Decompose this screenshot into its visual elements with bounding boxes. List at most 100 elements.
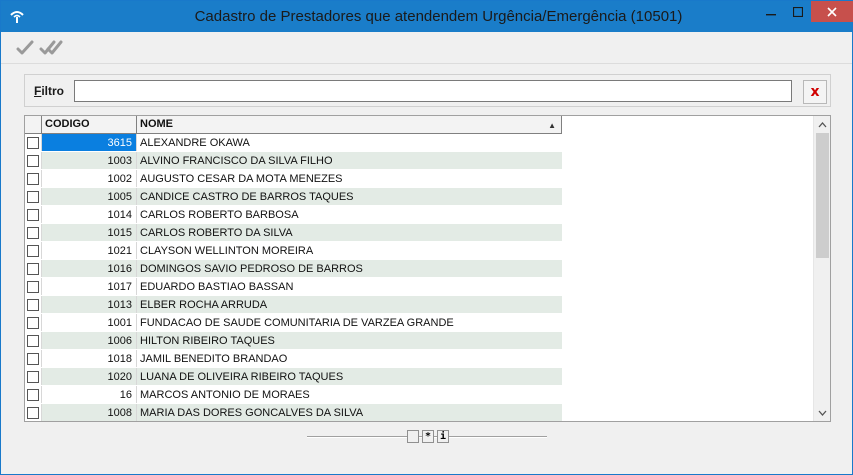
- cell-codigo[interactable]: 3615: [42, 134, 137, 151]
- table-row[interactable]: 1006 HILTON RIBEIRO TAQUES: [25, 332, 562, 350]
- providers-grid: CODIGO NOME ▲ 3615 ALEXANDRE OKAWA 1003 ALV…: [24, 115, 831, 422]
- table-row[interactable]: 1001 FUNDACAO DE SAUDE COMUNITARIA DE VAR…: [25, 314, 562, 332]
- cell-codigo[interactable]: 1001: [42, 314, 137, 331]
- cell-nome[interactable]: CLAYSON WELLINTON MOREIRA: [137, 242, 562, 259]
- confirm-button[interactable]: [16, 38, 34, 58]
- header-nome-label: NOME: [140, 118, 173, 130]
- cell-codigo[interactable]: 1005: [42, 188, 137, 205]
- cell-codigo[interactable]: 1014: [42, 206, 137, 223]
- row-checkbox-cell: [25, 170, 42, 187]
- table-row[interactable]: 1017 EDUARDO BASTIAO BASSAN: [25, 278, 562, 296]
- row-checkbox-cell: [25, 368, 42, 385]
- confirm-all-button[interactable]: [39, 38, 63, 58]
- cell-codigo[interactable]: 1021: [42, 242, 137, 259]
- vertical-scrollbar[interactable]: [813, 116, 830, 421]
- row-checkbox-cell: [25, 278, 42, 295]
- toolbar: [1, 32, 852, 64]
- scroll-thumb[interactable]: [816, 133, 829, 258]
- cell-codigo[interactable]: 1020: [42, 368, 137, 385]
- row-checkbox[interactable]: [27, 406, 39, 419]
- nav-blank-button[interactable]: [407, 430, 419, 443]
- cell-nome[interactable]: CARLOS ROBERTO DA SILVA: [137, 224, 562, 241]
- table-row[interactable]: 1015 CARLOS ROBERTO DA SILVA: [25, 224, 562, 242]
- header-check-column[interactable]: [25, 116, 42, 134]
- row-checkbox[interactable]: [27, 388, 39, 401]
- row-checkbox[interactable]: [27, 154, 39, 167]
- cell-codigo[interactable]: 1016: [42, 260, 137, 277]
- cell-nome[interactable]: AUGUSTO CESAR DA MOTA MENEZES: [137, 170, 562, 187]
- row-checkbox[interactable]: [27, 370, 39, 383]
- minimize-button[interactable]: [758, 1, 784, 22]
- clear-filter-button[interactable]: x: [803, 80, 827, 104]
- row-checkbox[interactable]: [27, 136, 39, 149]
- row-checkbox[interactable]: [27, 226, 39, 239]
- close-button[interactable]: [811, 1, 853, 22]
- row-checkbox[interactable]: [27, 172, 39, 185]
- row-checkbox[interactable]: [27, 244, 39, 257]
- row-checkbox[interactable]: [27, 280, 39, 293]
- cell-nome[interactable]: FUNDACAO DE SAUDE COMUNITARIA DE VARZEA …: [137, 314, 562, 331]
- table-row[interactable]: 1018 JAMIL BENEDITO BRANDAO: [25, 350, 562, 368]
- row-checkbox[interactable]: [27, 262, 39, 275]
- cell-codigo[interactable]: 16: [42, 386, 137, 403]
- table-row[interactable]: 1013 ELBER ROCHA ARRUDA: [25, 296, 562, 314]
- cell-nome[interactable]: DOMINGOS SAVIO PEDROSO DE BARROS: [137, 260, 562, 277]
- filter-input[interactable]: [74, 80, 792, 102]
- row-checkbox[interactable]: [27, 316, 39, 329]
- table-row[interactable]: 1003 ALVINO FRANCISCO DA SILVA FILHO: [25, 152, 562, 170]
- row-checkbox[interactable]: [27, 190, 39, 203]
- cell-codigo[interactable]: 1013: [42, 296, 137, 313]
- filter-panel: Filtro x: [24, 74, 831, 107]
- title-bar[interactable]: Cadastro de Prestadores que atendendem U…: [1, 1, 853, 32]
- cell-nome[interactable]: CANDICE CASTRO DE BARROS TAQUES: [137, 188, 562, 205]
- cell-codigo[interactable]: 1002: [42, 170, 137, 187]
- cell-codigo[interactable]: 1003: [42, 152, 137, 169]
- cell-nome[interactable]: MARCOS ANTONIO DE MORAES: [137, 386, 562, 403]
- header-nome[interactable]: NOME ▲: [137, 116, 562, 134]
- window-title: Cadastro de Prestadores que atendendem U…: [194, 8, 683, 25]
- cell-codigo[interactable]: 1008: [42, 404, 137, 421]
- cell-codigo[interactable]: 1018: [42, 350, 137, 367]
- table-row[interactable]: 1014 CARLOS ROBERTO BARBOSA: [25, 206, 562, 224]
- row-checkbox-cell: [25, 134, 42, 151]
- scroll-down-icon[interactable]: [814, 404, 830, 421]
- cell-nome[interactable]: HILTON RIBEIRO TAQUES: [137, 332, 562, 349]
- row-checkbox-cell: [25, 296, 42, 313]
- cell-codigo[interactable]: 1015: [42, 224, 137, 241]
- cell-nome[interactable]: CARLOS ROBERTO BARBOSA: [137, 206, 562, 223]
- table-row[interactable]: 16 MARCOS ANTONIO DE MORAES: [25, 386, 562, 404]
- maximize-button[interactable]: [784, 1, 811, 22]
- cell-codigo[interactable]: 1017: [42, 278, 137, 295]
- cell-nome[interactable]: ALEXANDRE OKAWA: [137, 134, 562, 151]
- table-row[interactable]: 1002 AUGUSTO CESAR DA MOTA MENEZES: [25, 170, 562, 188]
- row-checkbox-cell: [25, 314, 42, 331]
- cell-nome[interactable]: JAMIL BENEDITO BRANDAO: [137, 350, 562, 367]
- table-row[interactable]: 1020 LUANA DE OLIVEIRA RIBEIRO TAQUES: [25, 368, 562, 386]
- table-row[interactable]: 1005 CANDICE CASTRO DE BARROS TAQUES: [25, 188, 562, 206]
- row-checkbox[interactable]: [27, 334, 39, 347]
- row-checkbox[interactable]: [27, 208, 39, 221]
- header-codigo[interactable]: CODIGO: [42, 116, 137, 134]
- cell-nome[interactable]: MARIA DAS DORES GONCALVES DA SILVA: [137, 404, 562, 421]
- cell-nome[interactable]: ELBER ROCHA ARRUDA: [137, 296, 562, 313]
- cell-nome[interactable]: ALVINO FRANCISCO DA SILVA FILHO: [137, 152, 562, 169]
- nav-info-button[interactable]: i: [437, 430, 449, 443]
- row-checkbox-cell: [25, 188, 42, 205]
- row-checkbox-cell: [25, 350, 42, 367]
- table-row[interactable]: 1021 CLAYSON WELLINTON MOREIRA: [25, 242, 562, 260]
- cell-codigo[interactable]: 1006: [42, 332, 137, 349]
- row-checkbox-cell: [25, 242, 42, 259]
- main-window: Cadastro de Prestadores que atendendem U…: [0, 0, 853, 475]
- cell-nome[interactable]: LUANA DE OLIVEIRA RIBEIRO TAQUES: [137, 368, 562, 385]
- table-row[interactable]: 3615 ALEXANDRE OKAWA: [25, 134, 562, 152]
- nav-all-button[interactable]: *: [422, 430, 434, 443]
- cell-nome[interactable]: EDUARDO BASTIAO BASSAN: [137, 278, 562, 295]
- table-row[interactable]: 1008 MARIA DAS DORES GONCALVES DA SILVA: [25, 404, 562, 421]
- table-row[interactable]: 1016 DOMINGOS SAVIO PEDROSO DE BARROS: [25, 260, 562, 278]
- row-checkbox[interactable]: [27, 352, 39, 365]
- row-checkbox[interactable]: [27, 298, 39, 311]
- record-navigator: * i: [307, 429, 547, 445]
- scroll-up-icon[interactable]: [814, 116, 830, 133]
- sort-ascending-icon: ▲: [548, 121, 556, 130]
- row-checkbox-cell: [25, 152, 42, 169]
